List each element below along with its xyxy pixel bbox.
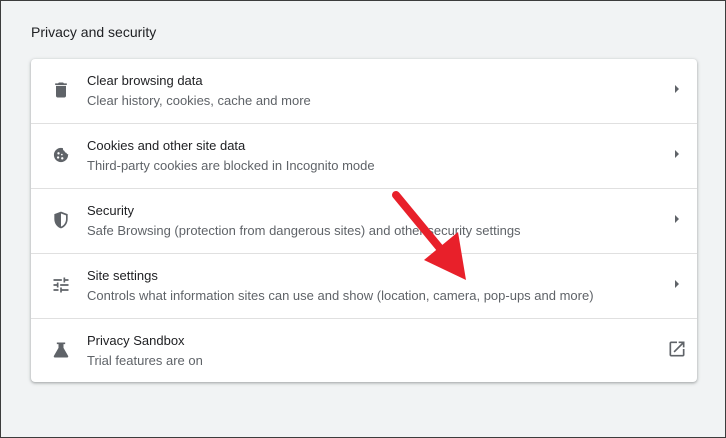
trash-icon bbox=[51, 80, 71, 100]
cookies-site-data-row[interactable]: Cookies and other site data Third-party … bbox=[31, 123, 697, 188]
section-title: Privacy and security bbox=[31, 24, 157, 40]
row-subtitle: Controls what information sites can use … bbox=[87, 288, 594, 303]
chevron-right-icon bbox=[667, 79, 687, 99]
row-title: Cookies and other site data bbox=[87, 138, 246, 153]
security-row[interactable]: Security Safe Browsing (protection from … bbox=[31, 188, 697, 253]
row-title: Clear browsing data bbox=[87, 73, 203, 88]
tune-sliders-icon bbox=[51, 275, 71, 295]
clear-browsing-data-row[interactable]: Clear browsing data Clear history, cooki… bbox=[31, 59, 697, 123]
row-subtitle: Clear history, cookies, cache and more bbox=[87, 93, 311, 108]
row-subtitle: Third-party cookies are blocked in Incog… bbox=[87, 158, 375, 173]
row-title: Site settings bbox=[87, 268, 158, 283]
row-title: Privacy Sandbox bbox=[87, 333, 185, 348]
chevron-right-icon bbox=[667, 209, 687, 229]
chevron-right-icon bbox=[667, 144, 687, 164]
cookie-icon bbox=[51, 145, 71, 165]
flask-icon bbox=[51, 340, 71, 360]
row-subtitle: Safe Browsing (protection from dangerous… bbox=[87, 223, 521, 238]
privacy-settings-card: Clear browsing data Clear history, cooki… bbox=[31, 59, 697, 382]
row-title: Security bbox=[87, 203, 134, 218]
row-subtitle: Trial features are on bbox=[87, 353, 203, 368]
privacy-sandbox-row[interactable]: Privacy Sandbox Trial features are on bbox=[31, 318, 697, 383]
site-settings-row[interactable]: Site settings Controls what information … bbox=[31, 253, 697, 318]
open-in-new-icon bbox=[667, 339, 687, 359]
chevron-right-icon bbox=[667, 274, 687, 294]
shield-icon bbox=[51, 210, 71, 230]
